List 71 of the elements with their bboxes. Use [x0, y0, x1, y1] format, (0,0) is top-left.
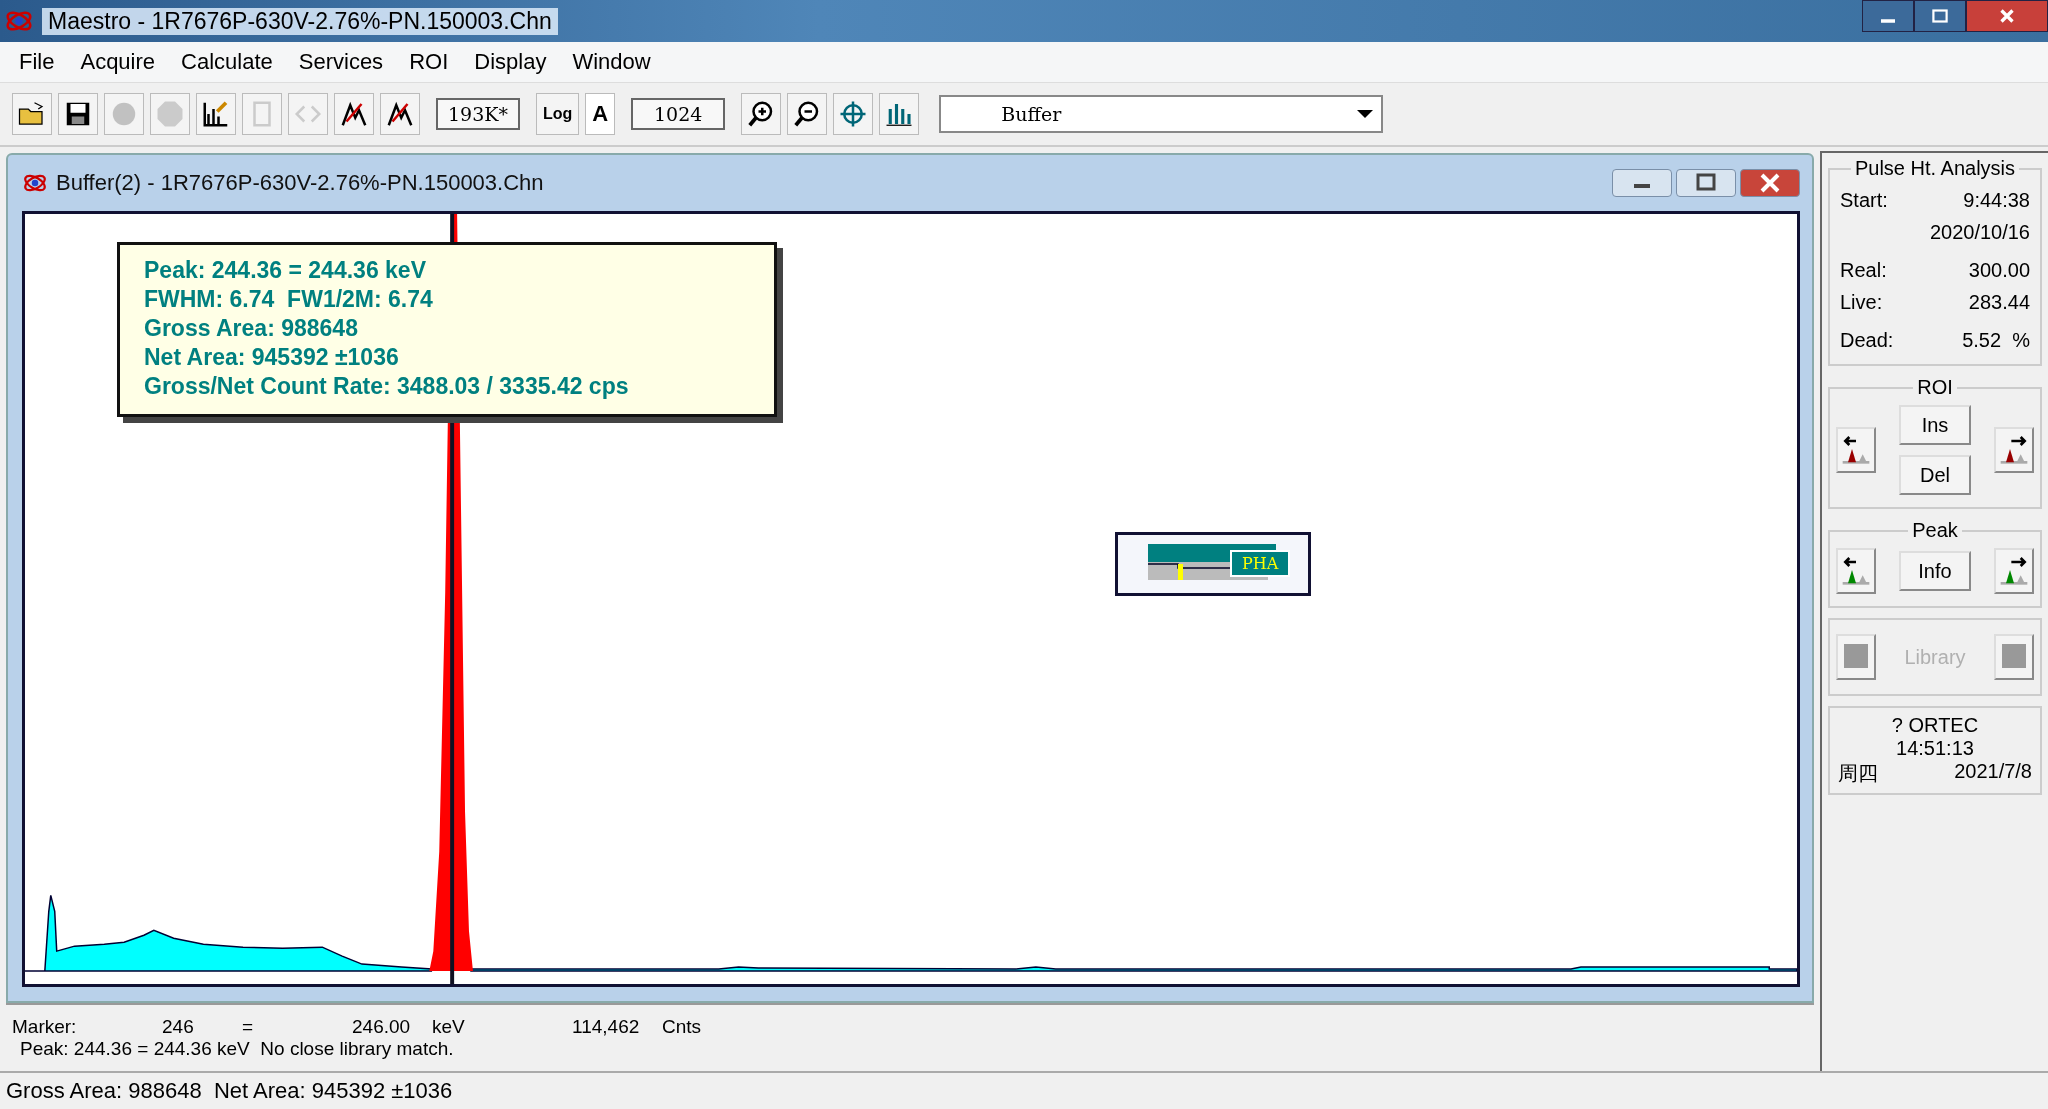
peak-info-line: Gross Area: 988648	[144, 315, 359, 342]
field-label: Start:	[1840, 188, 1888, 213]
marker-channel: 246	[162, 1016, 195, 1038]
buffer-dropdown[interactable]: Buffer	[939, 95, 1384, 133]
next-roi-button[interactable]	[1994, 427, 2034, 473]
minimize-button[interactable]	[1612, 169, 1672, 197]
group-title: Pulse Ht. Analysis	[1853, 157, 2017, 180]
zoom-in-icon[interactable]	[741, 93, 782, 135]
clock-weekday: 周四	[1838, 761, 1878, 786]
field-label: Real:	[1840, 258, 1887, 283]
maximize-button[interactable]	[1676, 169, 1736, 197]
field-value: 283.44	[1968, 290, 2030, 315]
crosshair-icon[interactable]	[833, 93, 874, 135]
clock-date: 2021/7/8	[1954, 760, 2032, 784]
peak-marker-icon[interactable]	[334, 93, 374, 135]
menu-item[interactable]: Display	[461, 49, 560, 75]
field-label: Live:	[1840, 290, 1883, 315]
peak-info-line: Gross/Net Count Rate: 3488.03 / 3335.42 cps	[144, 373, 630, 400]
peak-marker-icon[interactable]	[380, 93, 420, 135]
chart-icon[interactable]	[196, 93, 236, 135]
minimize-button[interactable]	[1862, 0, 1914, 32]
memory-size: 193K*	[436, 98, 520, 130]
bars-icon[interactable]	[879, 93, 920, 135]
peak-info-line: FWHM: 6.74 FW1/2M: 6.74	[144, 286, 434, 313]
vertical-scale-field[interactable]: 1024	[631, 98, 726, 130]
clock-time: 14:51:13	[1896, 737, 1974, 760]
close-button[interactable]	[1966, 0, 2048, 32]
peak-info-button[interactable]: Info	[1899, 551, 1971, 591]
field-label: Dead:	[1840, 328, 1894, 353]
caret-icon	[1357, 110, 1374, 118]
zoom-out-icon[interactable]	[787, 93, 828, 135]
spectrum-window-title: Buffer(2) - 1R7676P-630V-2.76%-PN.150003.Chn	[56, 170, 544, 196]
marker-label: Marker:	[12, 1016, 78, 1038]
maximize-button[interactable]	[1914, 0, 1966, 32]
field-value: 2020/10/16	[1929, 220, 2030, 245]
previous-library-button[interactable]	[1836, 634, 1876, 680]
log-scale-button[interactable]: Log	[535, 93, 580, 135]
minimize-icon	[1881, 19, 1895, 23]
field-value: 9:44:38	[1963, 188, 2030, 213]
roi-button[interactable]: Ins	[1899, 405, 1971, 445]
roi-button[interactable]: Del	[1899, 455, 1971, 495]
group-title: Peak	[1911, 519, 1959, 542]
menu-item[interactable]: File	[6, 49, 68, 75]
menu-item[interactable]: Acquire	[67, 49, 169, 75]
peak-summary: Peak: 244.36 = 244.36 keV No close library match.	[19, 1038, 455, 1060]
previous-roi-button[interactable]	[1836, 427, 1876, 473]
field-value: 300.00	[1968, 258, 2030, 283]
energy-unit: keV	[432, 1016, 466, 1038]
marker-energy: 246.00	[352, 1016, 412, 1038]
brand-label: ? ORTEC	[1891, 714, 1979, 737]
equals-sign: =	[242, 1016, 255, 1038]
next-peak-button[interactable]	[1994, 548, 2034, 594]
next-library-button[interactable]	[1994, 634, 2034, 680]
previous-peak-button[interactable]	[1836, 548, 1876, 594]
menu-item[interactable]: Services	[285, 49, 397, 75]
marker-counts: 114,462	[572, 1016, 641, 1038]
auto-scale-button[interactable]: A	[585, 93, 616, 135]
status-text: Gross Area: 988648 Net Area: 945392 ±1036	[6, 1078, 453, 1104]
menu-item[interactable]: Window	[559, 49, 664, 75]
field-value: 5.52 %	[1962, 328, 2030, 353]
folder-icon[interactable]	[12, 93, 52, 135]
peak-info-line: Net Area: 945392 ±1036	[144, 344, 400, 371]
pha-label: PHA	[1230, 550, 1291, 577]
group-title: ROI	[1916, 376, 1954, 399]
library-label: Library	[1904, 645, 1966, 669]
minimize-icon	[1634, 184, 1650, 188]
menu-item[interactable]: ROI	[396, 49, 462, 75]
peak-info-line: Peak: 244.36 = 244.36 keV	[144, 257, 427, 284]
counts-unit: Cnts	[662, 1016, 702, 1038]
window-title: Maestro - 1R7676P-630V-2.76%-PN.150003.Chn	[42, 7, 558, 35]
menu-item[interactable]: Calculate	[168, 49, 286, 75]
